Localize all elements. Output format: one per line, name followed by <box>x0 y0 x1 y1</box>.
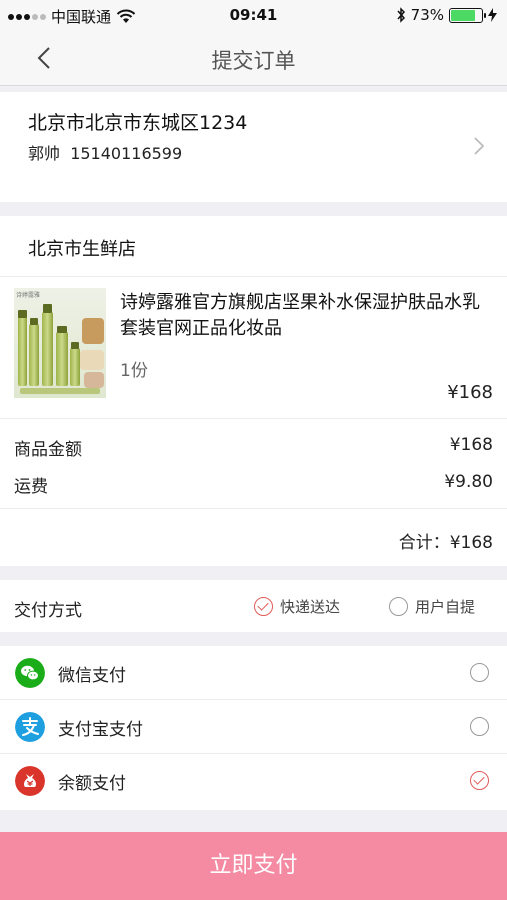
address-card[interactable]: 北京市北京市东城区1234 郭帅 15140116599 <box>0 92 507 202</box>
battery-icon <box>449 7 486 23</box>
battery-percent: 73% <box>410 6 444 24</box>
balance-icon <box>15 766 45 796</box>
page-title: 提交订单 <box>211 49 296 73</box>
shipping-label: 运费 <box>14 477 48 497</box>
bluetooth-icon <box>397 7 405 23</box>
delivery-option-label: 快递送达 <box>280 598 341 616</box>
radio-unchecked-icon <box>389 597 408 616</box>
status-bar: 中国联通 09:41 73% <box>0 0 507 30</box>
goods-amount-value: ¥168 <box>449 435 493 455</box>
payment-methods: 微信支付 支付宝支付 余额支付 <box>0 646 507 810</box>
product-quantity: 1份 <box>120 361 148 381</box>
delivery-option-pickup[interactable]: 用户自提 <box>389 596 475 617</box>
goods-amount-label: 商品金额 <box>14 440 82 460</box>
radio-unchecked-icon <box>470 717 489 736</box>
order-total: 合计：¥168 <box>398 533 493 553</box>
shop-name: 北京市生鲜店 <box>28 239 136 260</box>
goods-amount-row: 商品金额 ¥168 <box>14 435 493 460</box>
payment-label: 微信支付 <box>58 666 126 686</box>
charging-icon <box>488 8 497 22</box>
radio-checked-icon <box>470 771 489 790</box>
divider <box>0 418 507 419</box>
product-image-caption: 诗婷露雅 <box>16 292 41 299</box>
product-image[interactable]: 诗婷露雅 <box>14 288 106 398</box>
payment-option-alipay[interactable]: 支付宝支付 <box>0 700 507 754</box>
address-contact: 郭帅 15140116599 <box>28 140 182 164</box>
payment-label: 支付宝支付 <box>58 720 143 740</box>
status-right: 73% <box>396 6 497 24</box>
delivery-option-express[interactable]: 快递送达 <box>254 596 340 617</box>
delivery-option-label: 用户自提 <box>415 598 476 616</box>
divider <box>0 508 507 509</box>
order-card: 北京市生鲜店 诗婷露雅 诗婷露雅官方旗舰店坚果补水保湿护肤品水乳套装官网正品化妆… <box>0 216 507 566</box>
payment-option-wechat[interactable]: 微信支付 <box>0 646 507 700</box>
delivery-label: 交付方式 <box>14 601 82 621</box>
delivery-method: 交付方式 快递送达 用户自提 <box>0 580 507 632</box>
nav-bar: 提交订单 <box>0 30 507 86</box>
recipient-phone: 15140116599 <box>70 144 183 163</box>
radio-checked-icon <box>254 597 273 616</box>
payment-option-balance[interactable]: 余额支付 <box>0 754 507 808</box>
product-title[interactable]: 诗婷露雅官方旗舰店坚果补水保湿护肤品水乳套装官网正品化妆品 <box>120 290 495 342</box>
alipay-icon <box>15 712 45 742</box>
chevron-right-icon <box>474 137 485 155</box>
wechat-icon <box>15 658 45 688</box>
divider <box>0 276 507 277</box>
recipient-name: 郭帅 <box>28 144 61 163</box>
pay-now-button[interactable]: 立即支付 <box>0 832 507 900</box>
address-line: 北京市北京市东城区1234 <box>28 112 248 134</box>
payment-label: 余额支付 <box>58 774 126 794</box>
shipping-value: ¥9.80 <box>444 472 493 492</box>
radio-unchecked-icon <box>470 663 489 682</box>
product-price: ¥168 <box>447 382 493 403</box>
shipping-row: 运费 ¥9.80 <box>14 472 493 497</box>
